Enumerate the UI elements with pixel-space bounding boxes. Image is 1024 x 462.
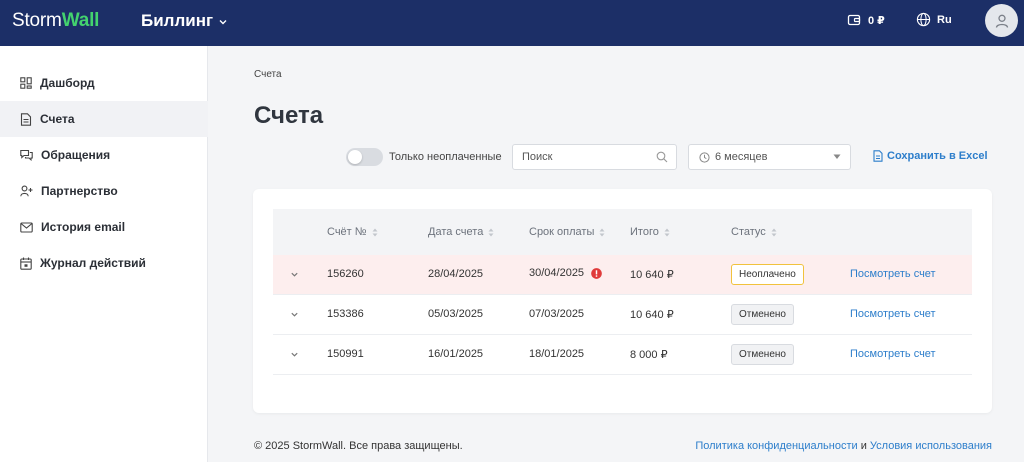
table-header: Счёт № Дата счета Срок оплаты Итого Стат…	[273, 209, 972, 255]
sort-icon	[599, 228, 605, 237]
invoice-date: 05/03/2025	[428, 308, 484, 320]
billing-menu-label: Биллинг	[141, 11, 214, 30]
sidebar-item-dashboard[interactable]: Дашборд	[0, 65, 208, 101]
user-icon	[995, 14, 1008, 28]
invoice-number: 156260	[327, 268, 364, 280]
status-badge: Отменено	[731, 304, 794, 325]
invoice-date: 16/01/2025	[428, 348, 484, 360]
sidebar-item-email-history[interactable]: История email	[0, 209, 208, 245]
sidebar-item-tickets[interactable]: Обращения	[0, 137, 208, 173]
logo-wall-text: Wall	[61, 10, 100, 31]
globe-icon	[916, 12, 931, 27]
table-row: 156260 28/04/2025 30/04/2025 10 640 ₽ Не…	[273, 255, 972, 295]
export-excel-button[interactable]: Сохранить в Excel	[873, 150, 988, 162]
invoice-total: 8 000 ₽	[630, 349, 668, 361]
invoice-due-cell: 30/04/2025	[529, 267, 602, 279]
invoice-total: 10 640 ₽	[630, 309, 674, 321]
column-header-label: Итого	[630, 226, 659, 238]
invoice-total: 10 640 ₽	[630, 269, 674, 281]
toggle-knob	[348, 150, 362, 164]
table-row: 150991 16/01/2025 18/01/2025 8 000 ₽ Отм…	[273, 335, 972, 375]
column-header-due[interactable]: Срок оплаты	[529, 226, 605, 238]
invoice-due: 18/01/2025	[529, 348, 585, 360]
expand-chevron-icon[interactable]	[290, 270, 299, 279]
view-invoice-link[interactable]: Посмотреть счет	[850, 308, 936, 320]
table-row: 153386 05/03/2025 07/03/2025 10 640 ₽ От…	[273, 295, 972, 335]
balance-value: 0 ₽	[868, 14, 885, 27]
column-header-label: Счёт №	[327, 226, 367, 238]
logo-storm-text: Storm	[12, 10, 62, 31]
column-header-date[interactable]: Дата счета	[428, 226, 494, 238]
language-selector[interactable]: Ru	[916, 12, 952, 27]
sidebar-item-audit-log[interactable]: Журнал действий	[0, 245, 208, 281]
invoices-card: Счёт № Дата счета Срок оплаты Итого Стат…	[253, 189, 992, 413]
export-excel-label: Сохранить в Excel	[887, 150, 988, 162]
billing-menu[interactable]: Биллинг	[141, 11, 228, 31]
document-icon	[873, 150, 883, 162]
sidebar-item-label: Журнал действий	[40, 256, 146, 270]
sort-icon	[372, 228, 378, 237]
column-header-status[interactable]: Статус	[731, 226, 777, 238]
invoice-number: 150991	[327, 348, 364, 360]
column-header-total[interactable]: Итого	[630, 226, 670, 238]
breadcrumb: Счета	[254, 69, 282, 80]
sidebar-item-label: Партнерство	[41, 184, 118, 198]
sidebar-item-label: Дашборд	[40, 76, 95, 90]
avatar[interactable]	[985, 4, 1018, 37]
column-header-label: Дата счета	[428, 226, 484, 238]
privacy-policy-link[interactable]: Политика конфиденциальности	[695, 440, 857, 452]
unpaid-only-toggle[interactable]	[346, 148, 383, 166]
sort-icon	[488, 228, 494, 237]
search-input[interactable]	[513, 145, 643, 169]
unpaid-only-label: Только неоплаченные	[389, 151, 502, 163]
invoice-due: 07/03/2025	[529, 308, 585, 320]
overdue-alert-icon	[591, 267, 602, 279]
top-bar: StormWall Биллинг 0 ₽ Ru	[0, 0, 1024, 46]
sidebar-item-label: Обращения	[41, 148, 111, 162]
mail-icon	[20, 221, 33, 233]
footer-and: и	[857, 440, 870, 452]
invoices-table: Счёт № Дата счета Срок оплаты Итого Стат…	[273, 209, 972, 375]
period-value: 6 месяцев	[715, 151, 768, 163]
sidebar-item-invoices[interactable]: Счета	[0, 101, 208, 137]
period-select[interactable]: 6 месяцев	[688, 144, 851, 170]
expand-chevron-icon[interactable]	[290, 310, 299, 319]
wallet-icon	[847, 14, 861, 26]
clock-icon	[699, 151, 710, 163]
chat-icon	[20, 149, 33, 161]
invoice-date: 28/04/2025	[428, 268, 484, 280]
column-header-label: Срок оплаты	[529, 226, 595, 238]
calendar-icon	[20, 257, 32, 270]
partners-icon	[20, 185, 33, 197]
status-badge: Неоплачено	[731, 264, 804, 285]
sidebar-item-partnership[interactable]: Партнерство	[0, 173, 208, 209]
sidebar-item-label: История email	[41, 220, 126, 234]
dashboard-icon	[20, 77, 32, 89]
caret-down-icon	[833, 154, 841, 159]
search-icon[interactable]	[656, 151, 668, 163]
terms-of-use-link[interactable]: Условия использования	[870, 440, 992, 452]
expand-chevron-icon[interactable]	[290, 350, 299, 359]
footer-links: Политика конфиденциальности и Условия ис…	[695, 440, 992, 452]
logo[interactable]: StormWall	[12, 10, 99, 32]
column-header-number[interactable]: Счёт №	[327, 226, 378, 238]
search-box	[512, 144, 677, 170]
page-title: Счета	[254, 102, 324, 129]
sort-icon	[664, 228, 670, 237]
status-badge: Отменено	[731, 344, 794, 365]
sidebar: Дашборд Счета Обращения Партнерство Исто…	[0, 46, 208, 462]
column-header-label: Статус	[731, 226, 766, 238]
balance-button[interactable]: 0 ₽	[847, 13, 885, 27]
copyright: © 2025 StormWall. Все права защищены.	[254, 440, 463, 452]
invoice-number: 153386	[327, 308, 364, 320]
sort-icon	[771, 228, 777, 237]
view-invoice-link[interactable]: Посмотреть счет	[850, 348, 936, 360]
invoice-icon	[20, 112, 32, 126]
invoice-due: 30/04/2025	[529, 267, 585, 280]
sidebar-item-label: Счета	[40, 112, 75, 126]
view-invoice-link[interactable]: Посмотреть счет	[850, 268, 936, 280]
chevron-down-icon	[219, 20, 227, 25]
language-label: Ru	[937, 13, 952, 26]
